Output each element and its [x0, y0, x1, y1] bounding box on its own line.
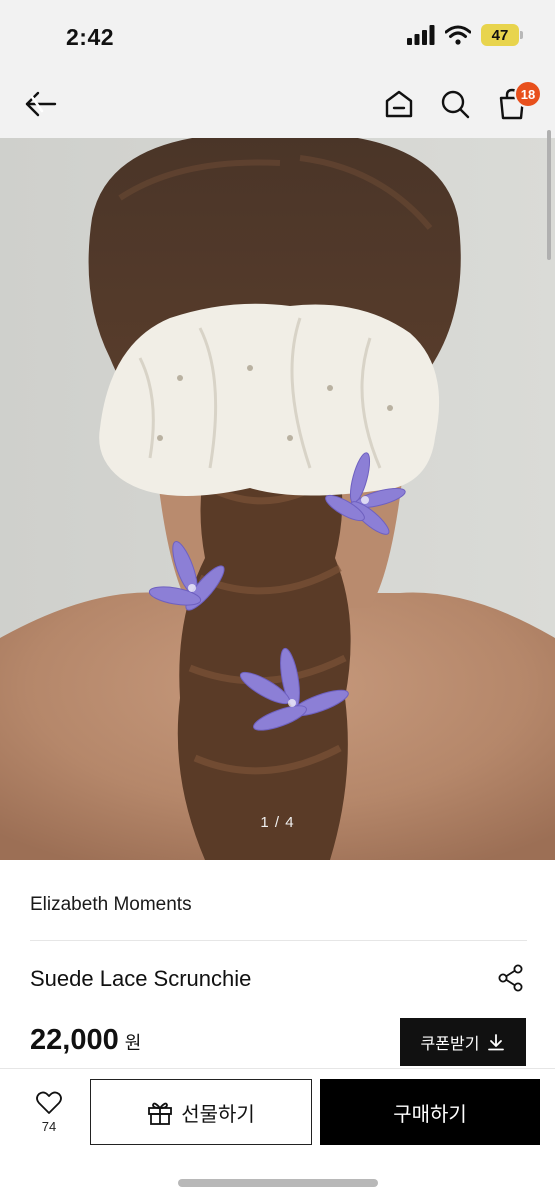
wifi-icon — [445, 25, 471, 45]
signal-icon — [407, 25, 435, 45]
like-count: 74 — [41, 1119, 57, 1134]
coupon-button[interactable]: 쿠폰받기 — [400, 1018, 526, 1066]
product-photo — [0, 138, 555, 860]
like-button[interactable]: 74 — [22, 1091, 76, 1145]
price-row: 22,000 원 — [30, 1024, 141, 1057]
navigation-bar: 18 — [0, 72, 555, 138]
price: 22,000 — [30, 1024, 119, 1056]
brand-name[interactable]: Elizabeth Moments — [30, 894, 192, 916]
back-arrow-icon — [25, 91, 57, 117]
back-button[interactable] — [22, 86, 58, 122]
share-icon — [498, 964, 523, 992]
battery-indicator: 47 — [481, 24, 523, 46]
home-indicator — [178, 1179, 378, 1187]
cart-count-badge: 18 — [514, 80, 542, 108]
status-icons: 47 — [407, 24, 523, 46]
download-icon — [488, 1034, 505, 1051]
search-icon — [441, 90, 470, 119]
currency: 원 — [124, 1033, 142, 1053]
status-time: 2:42 — [66, 24, 115, 50]
coupon-label: 쿠폰받기 — [420, 1034, 480, 1053]
share-button[interactable] — [497, 964, 525, 992]
image-counter: 1 / 4 — [260, 814, 295, 831]
gift-button[interactable]: 선물하기 — [90, 1079, 312, 1145]
gift-icon — [148, 1102, 173, 1125]
buy-button[interactable]: 구매하기 — [320, 1079, 540, 1145]
gift-label: 선물하기 — [181, 1101, 255, 1126]
heart-icon — [36, 1091, 62, 1114]
search-button[interactable] — [437, 86, 473, 122]
product-name: Suede Lace Scrunchie — [30, 966, 252, 991]
cart-button[interactable]: 18 — [494, 80, 542, 122]
product-image-carousel[interactable]: 1 / 4 — [0, 138, 555, 860]
status-bar: 2:42 47 — [0, 0, 555, 72]
home-icon — [385, 90, 413, 118]
divider — [30, 940, 527, 941]
scrollbar[interactable] — [547, 130, 551, 260]
home-button[interactable] — [381, 86, 417, 122]
